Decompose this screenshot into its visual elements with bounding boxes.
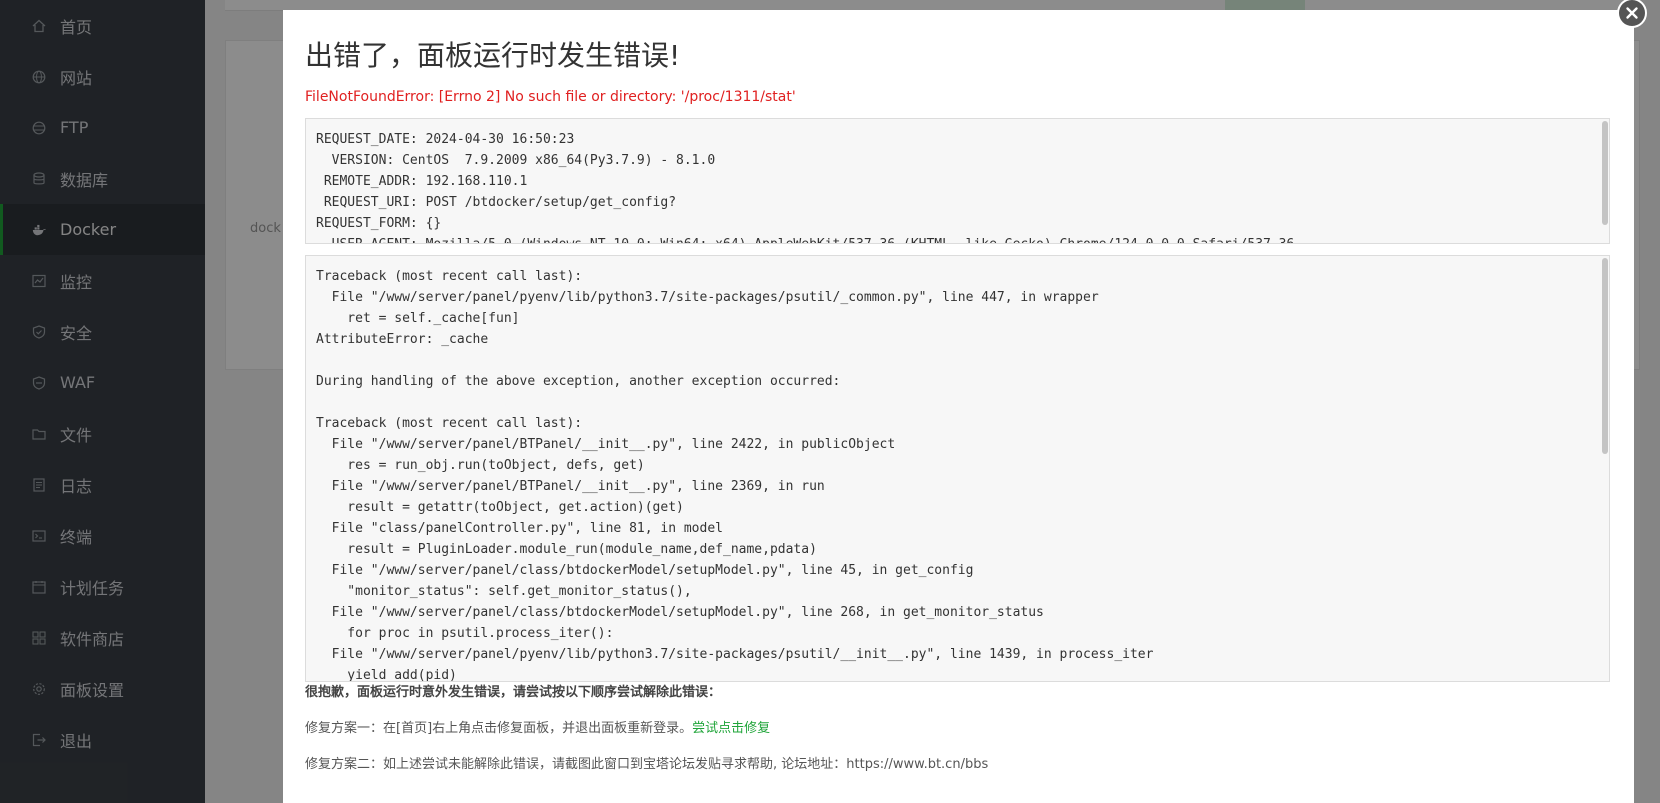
- help-title: 很抱歉，面板运行时意外发生错误，请尝试按以下顺序尝试解除此错误：: [305, 685, 722, 700]
- request-info-box[interactable]: REQUEST_DATE: 2024-04-30 16:50:23 VERSIO…: [305, 118, 1610, 244]
- request-info-scrollbar[interactable]: [1602, 121, 1608, 225]
- dialog-title: 出错了，面板运行时发生错误!: [305, 39, 681, 72]
- traceback-box[interactable]: Traceback (most recent call last): File …: [305, 255, 1610, 682]
- error-message: FileNotFoundError: [Errno 2] No such fil…: [305, 89, 796, 105]
- fix-option-1-text: 修复方案一：在[首页]右上角点击修复面板，并退出面板重新登录。: [305, 721, 693, 736]
- fix-option-2: 修复方案二：如上述尝试未能解除此错误，请截图此窗口到宝塔论坛发贴寻求帮助, 论坛…: [305, 757, 989, 772]
- traceback-scrollbar[interactable]: [1602, 258, 1608, 454]
- close-icon: [1619, 0, 1645, 26]
- request-info-text: REQUEST_DATE: 2024-04-30 16:50:23 VERSIO…: [316, 132, 1294, 243]
- error-dialog: 出错了，面板运行时发生错误! FileNotFoundError: [Errno…: [283, 10, 1634, 803]
- traceback-text: Traceback (most recent call last): File …: [316, 269, 1154, 682]
- try-repair-link[interactable]: 尝试点击修复: [692, 721, 770, 736]
- fix-option-1: 修复方案一：在[首页]右上角点击修复面板，并退出面板重新登录。尝试点击修复: [305, 717, 770, 736]
